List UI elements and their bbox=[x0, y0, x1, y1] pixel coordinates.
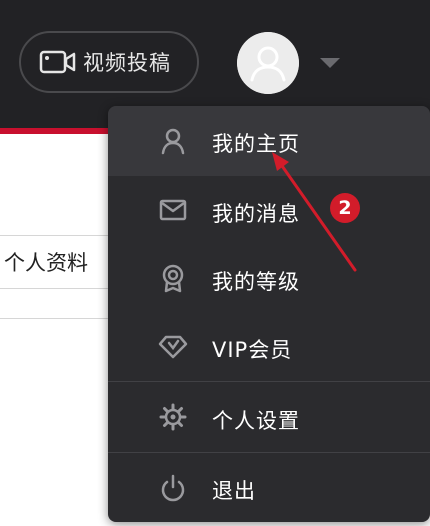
diamond-icon bbox=[158, 335, 188, 359]
video-upload-label: 视频投稿 bbox=[83, 51, 171, 75]
page-divider bbox=[0, 318, 120, 319]
menu-item-logout[interactable]: 退出 bbox=[108, 453, 430, 522]
user-dropdown-menu: 我的主页 我的消息 我的等级 VIP会员 个人设置 退出 bbox=[108, 106, 430, 522]
envelope-icon bbox=[159, 199, 187, 221]
menu-item-label: 退出 bbox=[212, 479, 256, 503]
menu-item-settings[interactable]: 个人设置 bbox=[108, 382, 430, 452]
power-icon bbox=[161, 474, 185, 502]
menu-item-label: VIP会员 bbox=[212, 338, 293, 362]
user-icon bbox=[161, 128, 185, 155]
user-avatar[interactable] bbox=[237, 32, 299, 94]
user-avatar-icon bbox=[237, 32, 299, 94]
video-upload-button[interactable]: 视频投稿 bbox=[19, 31, 199, 93]
menu-item-messages[interactable]: 我的消息 bbox=[108, 176, 430, 244]
step-number-badge: 2 bbox=[330, 193, 360, 223]
menu-item-label: 我的等级 bbox=[212, 270, 300, 294]
menu-item-home[interactable]: 我的主页 bbox=[108, 106, 430, 176]
medal-icon bbox=[162, 264, 184, 293]
profile-tab[interactable]: 个人资料 bbox=[0, 235, 120, 289]
gear-icon bbox=[159, 403, 187, 431]
menu-item-label: 我的消息 bbox=[212, 202, 300, 226]
video-camera-icon bbox=[39, 50, 76, 74]
menu-item-vip[interactable]: VIP会员 bbox=[108, 312, 430, 380]
caret-down-icon[interactable] bbox=[318, 56, 342, 70]
profile-tab-label: 个人资料 bbox=[4, 251, 88, 275]
menu-item-label: 我的主页 bbox=[212, 132, 300, 156]
menu-item-level[interactable]: 我的等级 bbox=[108, 244, 430, 312]
menu-item-label: 个人设置 bbox=[212, 409, 300, 433]
